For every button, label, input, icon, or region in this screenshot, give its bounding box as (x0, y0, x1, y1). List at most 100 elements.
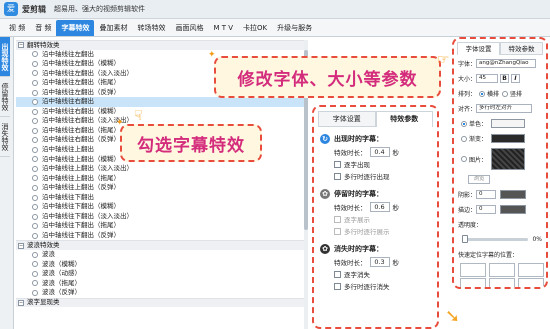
effect-list-item[interactable]: 沿中轴线往上翻出（反弹） (16, 183, 306, 193)
duration-spinner[interactable]: 0.3 (369, 256, 390, 267)
effect-checkbox[interactable] (32, 79, 38, 86)
effect-list-item[interactable]: 沿中轴线往下翻出（拖尾） (16, 221, 306, 231)
effect-checkbox[interactable] (32, 127, 38, 134)
position-top-left[interactable] (460, 263, 486, 277)
effect-list-item[interactable]: 沿中轴线往下翻出（反弹） (16, 231, 306, 241)
effect-checkbox[interactable] (32, 89, 38, 96)
effect-checkbox[interactable] (32, 175, 38, 182)
italic-button[interactable]: I (511, 74, 521, 83)
shadow-input[interactable]: 0 (476, 190, 497, 199)
font-select[interactable]: ang@nZhangQiao (476, 59, 537, 68)
menu-item[interactable]: 音 频 (30, 20, 56, 36)
duration-spinner[interactable]: 0.6 (369, 201, 390, 212)
effect-checkbox[interactable] (32, 261, 38, 268)
menu-item[interactable]: 视 频 (4, 20, 30, 36)
effect-list-item[interactable]: 沿中轴线往下翻出 (16, 193, 306, 203)
side-tab[interactable]: 停留特效 (0, 77, 10, 117)
effect-list-item[interactable]: 沿中轴线往下翻出（模糊） (16, 202, 306, 212)
duration-spinner[interactable]: 0.4 (369, 146, 390, 157)
effect-option-checkbox[interactable]: 逐字消失 (334, 268, 431, 280)
effect-checkbox[interactable] (32, 146, 38, 153)
image-radio[interactable] (461, 156, 467, 162)
menu-item[interactable]: 转场特效 (132, 20, 170, 36)
opacity-slider-knob[interactable] (462, 235, 468, 243)
effect-checkbox[interactable] (32, 137, 38, 144)
bold-button[interactable]: B (500, 74, 510, 83)
side-tab[interactable]: 出现特效 (0, 37, 10, 77)
solid-radio[interactable] (461, 120, 467, 127)
collapse-icon[interactable]: − (18, 300, 24, 307)
tab-font-settings[interactable]: 字体设置 (318, 111, 376, 127)
position-top-center[interactable] (489, 263, 515, 277)
effect-checkbox[interactable] (32, 204, 38, 211)
effect-checkbox[interactable] (32, 51, 38, 58)
collapse-icon[interactable]: − (18, 42, 24, 49)
effect-list-item[interactable]: 波浪（动感） (16, 269, 306, 279)
effect-checkbox[interactable] (32, 223, 38, 230)
effect-checkbox[interactable] (32, 270, 38, 277)
effect-group[interactable]: − 波浪特效类 (16, 240, 306, 251)
effect-checkbox[interactable] (32, 289, 38, 296)
tab-font-settings-right[interactable]: 字体设置 (457, 42, 500, 55)
menu-item[interactable]: M T V (208, 20, 238, 36)
effect-checkbox[interactable] (32, 184, 38, 191)
effect-group[interactable]: − 滚字显现类 (16, 297, 306, 308)
menu-item[interactable]: 字幕特效 (56, 20, 95, 36)
checkbox-box[interactable] (334, 160, 341, 168)
shadow-color-swatch[interactable] (500, 190, 527, 199)
effect-checkbox[interactable] (32, 70, 38, 77)
effect-option-checkbox[interactable]: 多行时逐行消失 (334, 280, 431, 292)
solid-color-swatch[interactable] (491, 119, 526, 128)
position-middle-right[interactable] (518, 278, 544, 287)
checkbox-box[interactable] (334, 270, 341, 278)
checkbox-box[interactable] (334, 172, 341, 180)
effect-list-item[interactable]: 沿中轴线往右翻出（模糊） (16, 107, 306, 117)
tab-effect-params-right[interactable]: 特效参数 (500, 42, 543, 55)
effect-list-item[interactable]: 波浪（模糊） (16, 260, 306, 270)
position-top-right[interactable] (518, 263, 544, 277)
effect-list-item[interactable]: 沿中轴线往下翻出（淡入淡出） (16, 212, 306, 222)
effect-checkbox[interactable] (32, 232, 38, 239)
size-input[interactable]: 45 (476, 74, 499, 83)
position-middle-left[interactable] (460, 278, 486, 287)
vertical-radio[interactable] (502, 90, 509, 97)
effect-option-checkbox[interactable]: 多行时逐行出现 (334, 170, 431, 182)
stroke-color-swatch[interactable] (500, 205, 527, 214)
effect-checkbox[interactable] (32, 118, 38, 125)
align-select[interactable]: 多行时左对齐 (476, 104, 533, 113)
effect-option-checkbox[interactable]: 逐字出现 (334, 158, 431, 170)
checkbox-box[interactable] (334, 282, 341, 290)
arrow-icon: ➘ (445, 306, 461, 327)
menu-item[interactable]: 升级与服务 (272, 20, 317, 36)
menu-item[interactable]: 卡拉OK (238, 20, 272, 36)
effect-item-label: 波浪（反弹） (42, 288, 81, 297)
effect-list-item[interactable]: 沿中轴线往上翻出（淡入淡出） (16, 164, 306, 174)
effect-checkbox[interactable] (32, 194, 38, 201)
tab-effect-params[interactable]: 特效参数 (375, 111, 433, 127)
browse-button[interactable]: 浏览 (468, 175, 490, 184)
menu-item[interactable]: 叠加素材 (94, 20, 132, 36)
side-tab[interactable]: 消失特效 (0, 117, 10, 157)
gradient-color-swatch[interactable] (491, 134, 526, 143)
effect-list-item[interactable]: 波浪（拖尾） (16, 279, 306, 289)
stroke-input[interactable]: 0 (476, 205, 497, 214)
effect-checkbox[interactable] (32, 60, 38, 67)
effect-checkbox[interactable] (32, 165, 38, 172)
effect-group[interactable]: − 翻转特效类 (16, 40, 306, 50)
effect-checkbox[interactable] (32, 280, 38, 287)
effect-checkbox[interactable] (32, 213, 38, 220)
effect-checkbox[interactable] (32, 99, 38, 106)
menu-item[interactable]: 画面风格 (170, 20, 208, 36)
horizontal-radio[interactable] (479, 90, 486, 97)
position-center[interactable] (489, 278, 515, 287)
effect-checkbox[interactable] (32, 251, 38, 258)
effect-list-item[interactable]: 波浪 (16, 250, 306, 260)
effect-list-item[interactable]: 沿中轴线往右翻出 (16, 97, 306, 107)
opacity-slider[interactable] (462, 235, 529, 243)
effect-checkbox[interactable] (32, 108, 38, 115)
gradient-radio[interactable] (461, 135, 467, 142)
effect-list-item[interactable]: 波浪（反弹） (16, 288, 306, 298)
collapse-icon[interactable]: − (18, 242, 24, 249)
effect-checkbox[interactable] (32, 156, 38, 163)
effect-list-item[interactable]: 沿中轴线往上翻出（拖尾） (16, 174, 306, 184)
